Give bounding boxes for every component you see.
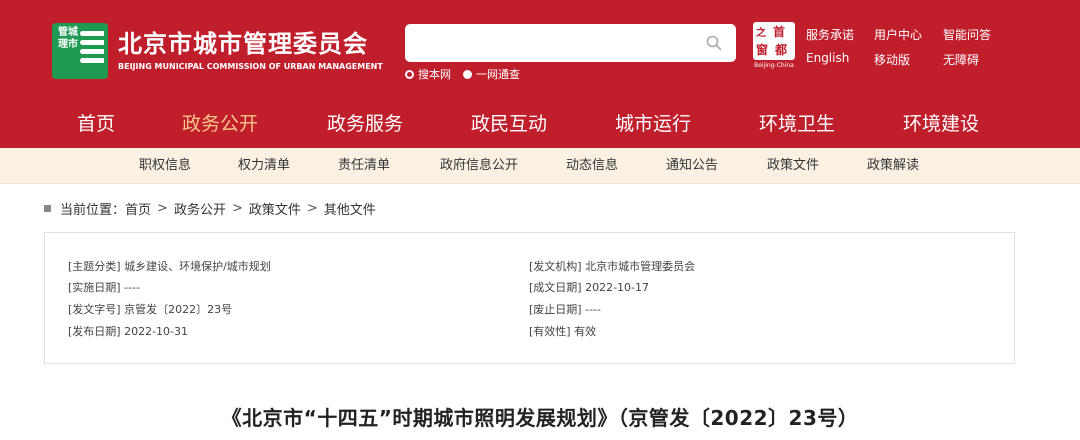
info-field-issuer: [发文机构] 北京市城市管理委员会 (529, 259, 695, 275)
info-label: [发布日期] (68, 325, 121, 338)
info-field-written-date: [成文日期] 2022-10-17 (529, 280, 649, 296)
search-box (405, 24, 736, 62)
info-field-topic: [主题分类] 城乡建设、环境保护/城市规划 (68, 259, 271, 275)
breadcrumb-label: 当前位置： (60, 202, 126, 218)
info-value: 2022-10-31 (124, 325, 189, 338)
search-scope-site[interactable]: 搜本网 (405, 66, 451, 82)
search-scope-all[interactable]: 一网通查 (463, 66, 520, 82)
info-label: [发文字号] (68, 303, 121, 316)
logo-stripes-icon (80, 31, 104, 73)
nav-sanitation[interactable]: 环境卫生 (727, 100, 867, 148)
breadcrumb-separator: > (231, 200, 243, 216)
nav-government-services[interactable]: 政务服务 (295, 100, 435, 148)
breadcrumb-home[interactable]: 首页 (125, 199, 151, 218)
nav-interaction[interactable]: 政民互动 (439, 100, 579, 148)
info-value: 京管发〔2022〕23号 (124, 303, 233, 316)
site-header: 管城理市 北京市城市管理委员会 BEIJING MUNICIPAL COMMIS… (0, 0, 1080, 148)
capital-window-logo[interactable]: 之 首 都 窗 Beijing-China (750, 22, 798, 72)
info-value: 城乡建设、环境保护/城市规划 (124, 260, 271, 273)
breadcrumb-policy-docs[interactable]: 政策文件 (249, 199, 301, 218)
link-english[interactable]: English (806, 51, 849, 65)
breadcrumb: 当前位置： 首页 > 政务公开 > 政策文件 > 其他文件 (44, 199, 376, 218)
link-user-center[interactable]: 用户中心 (874, 26, 922, 43)
search-scope-site-label: 搜本网 (418, 68, 451, 81)
seal-char: 都 (775, 43, 788, 57)
seal-char: 首 (773, 25, 786, 39)
nav-government-affairs[interactable]: 政务公开 (150, 100, 290, 148)
logo-text: 管城理市 (58, 27, 78, 50)
radio-unchecked-icon (405, 69, 414, 79)
search-input[interactable] (415, 24, 695, 62)
seal-char: 之 (756, 28, 766, 39)
nav-city-operation[interactable]: 城市运行 (583, 100, 723, 148)
info-field-effective-date: [实施日期] ---- (68, 280, 140, 296)
nav-home[interactable]: 首页 (26, 100, 166, 148)
info-value: 北京市城市管理委员会 (585, 260, 696, 273)
document-info-box: [主题分类] 城乡建设、环境保护/城市规划 [实施日期] ---- [发文字号]… (44, 232, 1015, 364)
breadcrumb-government-affairs[interactable]: 政务公开 (174, 199, 226, 218)
subnav-item-info-disclosure[interactable]: 政府信息公开 (440, 148, 518, 184)
site-logo[interactable]: 管城理市 (52, 23, 108, 79)
info-label: [发文机构] (529, 260, 582, 273)
info-field-doc-number: [发文字号] 京管发〔2022〕23号 (68, 302, 232, 318)
breadcrumb-other-docs[interactable]: 其他文件 (324, 199, 376, 218)
radio-checked-icon (463, 69, 472, 79)
info-value: ---- (124, 281, 140, 294)
subnav-item-authority[interactable]: 职权信息 (139, 148, 191, 184)
info-value: 有效 (574, 325, 597, 338)
subnav-item-notices[interactable]: 通知公告 (666, 148, 718, 184)
site-name[interactable]: 北京市城市管理委员会 (118, 30, 368, 58)
info-label: [成文日期] (529, 281, 582, 294)
info-label: [废止日期] (529, 303, 582, 316)
subnav-item-responsibility-list[interactable]: 责任清单 (338, 148, 390, 184)
link-service-commitment[interactable]: 服务承诺 (806, 26, 854, 43)
seal-char: 窗 (756, 43, 769, 57)
info-label: [实施日期] (68, 281, 121, 294)
link-smart-qa[interactable]: 智能问答 (943, 26, 991, 43)
bullet-square-icon (44, 204, 51, 212)
subnav-item-news[interactable]: 动态信息 (566, 148, 618, 184)
subnav-item-power-list[interactable]: 权力清单 (238, 148, 290, 184)
search-icon[interactable] (706, 35, 722, 51)
info-field-publish-date: [发布日期] 2022-10-31 (68, 324, 188, 340)
info-label: [有效性] (529, 325, 571, 338)
capital-logo-en: Beijing-China (754, 62, 794, 69)
main-nav: 首页 政务公开 政务服务 政民互动 城市运行 环境卫生 环境建设 (0, 100, 1080, 148)
site-name-en: BEIJING MUNICIPAL COMMISSION OF URBAN MA… (118, 62, 383, 71)
subnav-item-policy-docs[interactable]: 政策文件 (767, 148, 819, 184)
search-scope-options: 搜本网 一网通查 (405, 66, 532, 82)
nav-environment[interactable]: 环境建设 (871, 100, 1011, 148)
info-value: 2022-10-17 (585, 281, 650, 294)
breadcrumb-separator: > (306, 200, 318, 216)
info-field-repeal-date: [废止日期] ---- (529, 302, 601, 318)
info-label: [主题分类] (68, 260, 121, 273)
document-title: 《北京市“十四五”时期城市照明发展规划》（京管发〔2022〕23号） (221, 406, 859, 430)
search-scope-all-label: 一网通查 (476, 68, 520, 81)
info-value: ---- (585, 303, 601, 316)
breadcrumb-separator: > (157, 200, 168, 216)
info-field-validity: [有效性] 有效 (529, 324, 596, 340)
subnav-item-policy-interpretation[interactable]: 政策解读 (867, 148, 919, 184)
capital-seal-icon: 之 首 都 窗 (753, 22, 795, 60)
sub-nav: 职权信息 权力清单 责任清单 政府信息公开 动态信息 通知公告 政策文件 政策解… (0, 148, 1080, 184)
link-accessibility[interactable]: 无障碍 (943, 51, 979, 68)
link-mobile[interactable]: 移动版 (874, 51, 910, 68)
